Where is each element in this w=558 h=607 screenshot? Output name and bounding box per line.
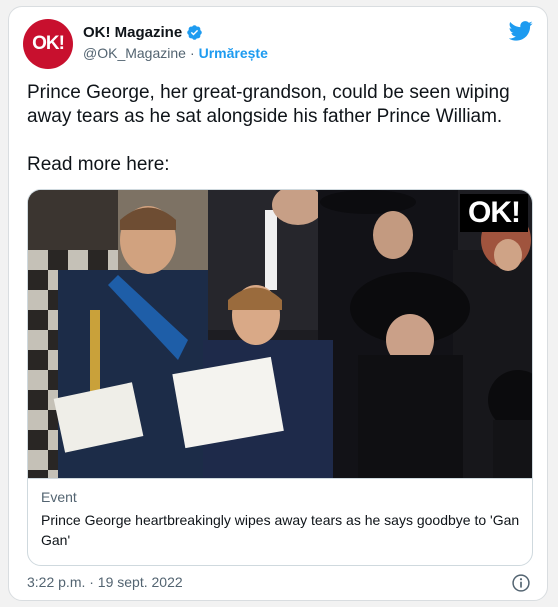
author-name[interactable]: OK! Magazine bbox=[83, 24, 182, 41]
info-icon[interactable] bbox=[511, 573, 531, 593]
article-photo[interactable]: OK! bbox=[28, 190, 532, 478]
link-card-domain: Event bbox=[41, 489, 77, 505]
funeral-scene-image bbox=[28, 190, 532, 478]
tweet-timestamp[interactable]: 3:22 p.m. · 19 sept. 2022 bbox=[27, 574, 183, 590]
handle-row: @OK_Magazine · Urmărește bbox=[83, 45, 268, 61]
separator: · bbox=[189, 45, 195, 61]
follow-button[interactable]: Urmărește bbox=[199, 45, 268, 61]
tweet-card[interactable]: OK! OK! Magazine @OK_Magazine · Urmăreșt… bbox=[8, 6, 548, 601]
ok-magazine-logo: OK! bbox=[460, 194, 528, 232]
twitter-bird-icon[interactable] bbox=[509, 21, 533, 41]
tweet-text-line2: Read more here: bbox=[27, 154, 170, 175]
author-handle[interactable]: @OK_Magazine bbox=[83, 45, 186, 61]
avatar-text: OK! bbox=[32, 33, 65, 54]
avatar[interactable]: OK! bbox=[23, 19, 73, 69]
link-card[interactable]: OK! Event Prince George heartbreakingly … bbox=[27, 189, 533, 566]
author-name-row[interactable]: OK! Magazine bbox=[83, 24, 203, 41]
link-card-title[interactable]: Prince George heartbreakingly wipes away… bbox=[41, 510, 521, 550]
tweet-text: Prince George, her great-grandson, could… bbox=[27, 81, 527, 177]
verified-badge-icon bbox=[187, 25, 202, 40]
tweet-text-line1: Prince George, her great-grandson, could… bbox=[27, 82, 510, 127]
link-card-meta[interactable]: Event Prince George heartbreakingly wipe… bbox=[28, 478, 532, 565]
